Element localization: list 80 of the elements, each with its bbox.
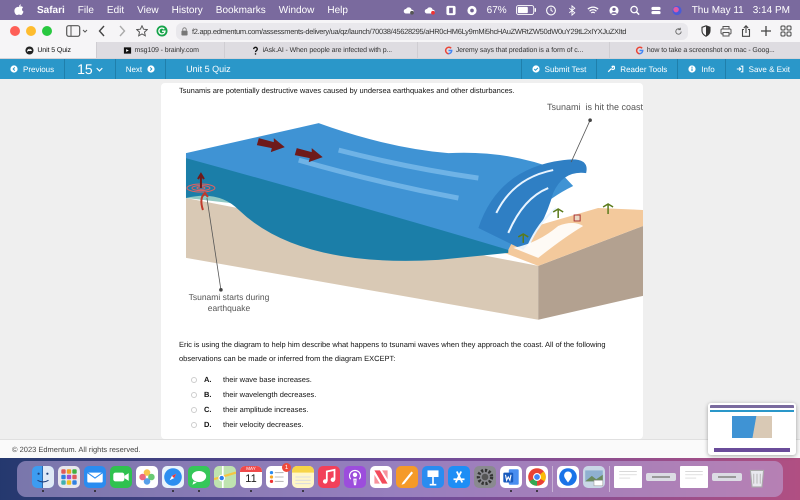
podium-icon[interactable] [422, 466, 444, 488]
radio-button[interactable] [191, 392, 197, 398]
news-icon[interactable] [370, 466, 392, 488]
flower-icon[interactable] [136, 466, 158, 488]
diagram-label: Tsunami is hit the coast [546, 102, 643, 112]
minimized-window-icon[interactable] [712, 473, 742, 481]
menu-item[interactable]: Bookmarks [216, 4, 266, 16]
check-circle-icon [532, 65, 540, 73]
map-pin-icon[interactable] [557, 466, 579, 488]
close-button[interactable] [10, 26, 20, 36]
battery-percentage: 67% [486, 4, 507, 16]
info-icon [688, 65, 696, 73]
share-icon[interactable] [740, 25, 752, 37]
quiz-title: Unit 5 Quiz [185, 63, 231, 76]
app-store-icon[interactable] [448, 466, 470, 488]
envelope-icon[interactable] [84, 466, 106, 488]
shield-icon[interactable] [700, 25, 712, 37]
photo-thumbnail[interactable] [583, 466, 605, 488]
star-icon[interactable] [136, 25, 148, 37]
podcast-icon[interactable] [344, 466, 366, 488]
square-app-icon[interactable] [444, 4, 457, 16]
radio-button[interactable] [191, 376, 197, 382]
menu-item[interactable]: File [78, 4, 94, 16]
wifi-icon[interactable] [586, 4, 599, 16]
diagram-label: Tsunami starts during earthquake [188, 292, 270, 314]
minimized-window-icon[interactable] [646, 473, 676, 481]
site-logo-icon [25, 46, 34, 54]
cloud-icon[interactable] [402, 4, 415, 16]
document-icon[interactable] [500, 466, 522, 488]
chevron-left-circle-icon [10, 65, 18, 73]
question-mark-icon [250, 46, 260, 54]
zoom-button[interactable] [42, 26, 52, 36]
app-menu[interactable]: Safari [37, 4, 65, 16]
sidebar-icon[interactable] [66, 25, 88, 37]
play-square-icon [122, 46, 132, 54]
wrench-icon [607, 65, 616, 73]
speech-bubble-icon[interactable] [188, 466, 210, 488]
ring-logo-icon[interactable] [526, 466, 548, 488]
g-logo-icon [444, 46, 453, 54]
radio-button[interactable] [191, 406, 197, 412]
toggle-switches-icon[interactable] [650, 4, 662, 16]
app-grid-icon[interactable] [58, 466, 80, 488]
menu-item[interactable]: View [137, 4, 159, 16]
compass-icon[interactable] [162, 466, 184, 488]
menu-item[interactable]: History [172, 4, 203, 16]
battery-icon[interactable] [516, 5, 536, 15]
music-note-icon[interactable] [318, 466, 340, 488]
menu-item[interactable]: Window [278, 4, 314, 16]
menu-bar-time: 3:14 PM [752, 4, 790, 16]
window-thumbnail[interactable] [614, 466, 642, 488]
lock-icon [181, 26, 188, 36]
g-logo-icon [634, 46, 644, 54]
map-icon[interactable] [214, 466, 236, 488]
checklist-icon[interactable] [266, 466, 288, 488]
chevron-down-icon [96, 66, 103, 72]
search-icon[interactable] [628, 4, 641, 16]
gear-icon[interactable] [474, 466, 496, 488]
video-camera-icon[interactable] [110, 466, 132, 488]
face-icon[interactable] [32, 466, 54, 488]
tab-grid-icon[interactable] [780, 25, 792, 37]
apple-logo-icon[interactable] [14, 4, 24, 16]
chevron-right-circle-icon [147, 65, 156, 73]
menu-bar-date: Thu May 11 [692, 4, 744, 16]
menu-item[interactable]: Help [327, 4, 348, 16]
screenshot-thumbnail[interactable] [708, 403, 796, 455]
window-thumbnail[interactable] [680, 466, 708, 488]
pencil-icon[interactable] [396, 466, 418, 488]
leader-line [570, 118, 592, 162]
cloud-icon[interactable] [424, 4, 436, 16]
g-circle-icon[interactable] [156, 25, 168, 37]
sign-out-icon [736, 65, 744, 73]
menu-item[interactable]: Edit [106, 4, 124, 16]
clock-icon[interactable] [544, 4, 557, 16]
plus-icon[interactable] [760, 25, 772, 37]
person-circle-icon[interactable] [608, 4, 620, 16]
radio-button[interactable] [191, 422, 197, 428]
calendar-day: 11 [245, 472, 257, 486]
notepad-icon[interactable] [292, 466, 314, 488]
printer-icon[interactable] [720, 25, 732, 37]
reload-icon[interactable] [674, 26, 683, 36]
